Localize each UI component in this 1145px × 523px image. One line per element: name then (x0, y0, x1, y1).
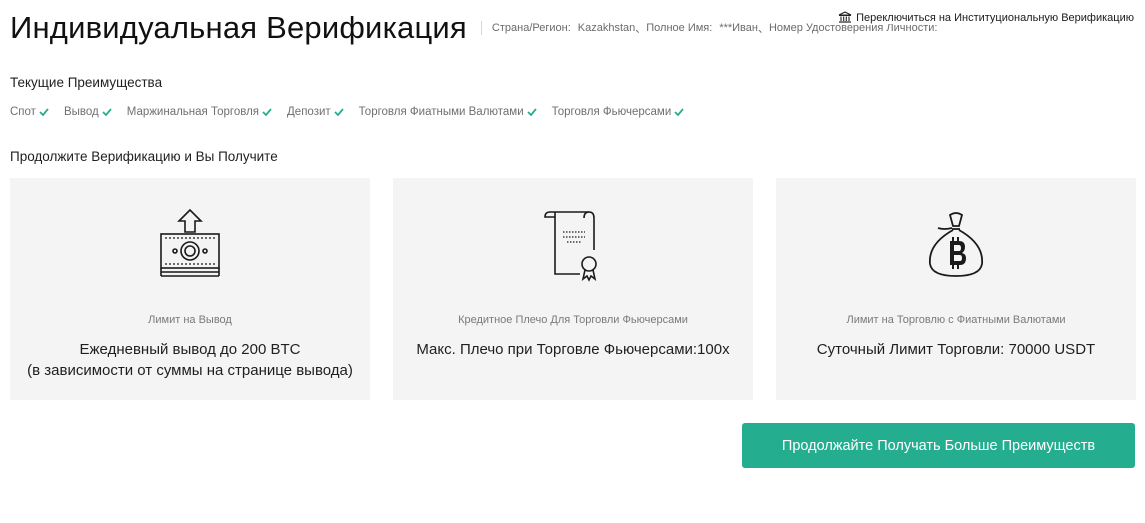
check-icon (102, 108, 112, 116)
benefit-cards: Лимит на Вывод Ежедневный вывод до 200 B… (10, 178, 1136, 400)
switch-institutional-label: Переключиться на Институциональную Вериф… (856, 11, 1134, 24)
continue-verification-title: Продолжите Верификацию и Вы Получите (10, 149, 278, 164)
name-value: ***Иван (719, 22, 758, 34)
current-benefits-title: Текущие Преимущества (10, 75, 163, 90)
withdrawal-limit-card: Лимит на Вывод Ежедневный вывод до 200 B… (10, 178, 370, 400)
futures-leverage-value: Макс. Плечо при Торговле Фьючерсами:100x (393, 339, 753, 360)
meta-separator: 、 (757, 23, 769, 35)
benefit-item: Вывод (64, 106, 112, 118)
fiat-trading-limit-value: Суточный Лимит Торговли: 70000 USDT (776, 339, 1136, 360)
withdrawal-limit-line1: Ежедневный вывод до 200 BTC (79, 341, 301, 358)
header-divider (480, 21, 482, 35)
withdrawal-limit-line2: (в зависимости от суммы на странице выво… (27, 362, 353, 379)
cash-upload-icon (160, 208, 220, 277)
benefit-item: Депозит (287, 106, 344, 118)
fiat-trading-limit-label: Лимит на Торговлю с Фиатными Валютами (846, 314, 1066, 326)
futures-leverage-line1: Макс. Плечо при Торговле Фьючерсами:100x (416, 341, 730, 358)
benefit-label: Вывод (63, 106, 99, 118)
withdrawal-limit-label: Лимит на Вывод (148, 314, 232, 326)
futures-leverage-card: Кредитное Плечо Для Торговли Фьючерсами … (393, 178, 753, 400)
benefit-label: Спот (10, 106, 36, 118)
bitcoin-bag-icon (929, 212, 983, 277)
country-label: Страна/Регион: (491, 22, 571, 34)
withdrawal-limit-value: Ежедневный вывод до 200 BTC (в зависимос… (10, 339, 370, 381)
benefit-label: Торговля Фьючерсами (551, 106, 672, 118)
check-icon (674, 108, 684, 116)
page-title: Индивидуальная Верификация (10, 10, 467, 45)
benefit-label: Маржинальная Торговля (126, 106, 260, 118)
check-icon (334, 108, 344, 116)
benefit-label: Торговля Фиатными Валютами (358, 106, 524, 118)
continue-benefits-button[interactable]: Продолжайте Получать Больше Преимуществ (742, 423, 1135, 468)
benefit-item: Торговля Фиатными Валютами (359, 106, 537, 118)
certificate-icon (544, 211, 597, 282)
switch-institutional-link[interactable]: Переключиться на Институциональную Вериф… (838, 11, 1134, 24)
meta-separator: 、 (635, 23, 647, 35)
fiat-trading-limit-card: Лимит на Торговлю с Фиатными Валютами Су… (776, 178, 1136, 400)
fiat-trading-limit-line1: Суточный Лимит Торговли: 70000 USDT (816, 341, 1096, 358)
benefit-item: Маржинальная Торговля (127, 106, 272, 118)
current-benefits-list: Спот Вывод Маржинальная Торговля Депозит… (10, 106, 699, 118)
futures-leverage-label: Кредитное Плечо Для Торговли Фьючерсами (458, 314, 688, 326)
benefit-item: Спот (10, 106, 49, 118)
bank-icon (838, 11, 852, 23)
benefit-item: Торговля Фьючерсами (552, 106, 685, 118)
country-value: Kazakhstan (577, 22, 636, 34)
check-icon (527, 108, 537, 116)
benefit-label: Депозит (287, 106, 331, 118)
check-icon (39, 108, 49, 116)
check-icon (262, 108, 272, 116)
name-label: Полное Имя: (646, 22, 713, 34)
